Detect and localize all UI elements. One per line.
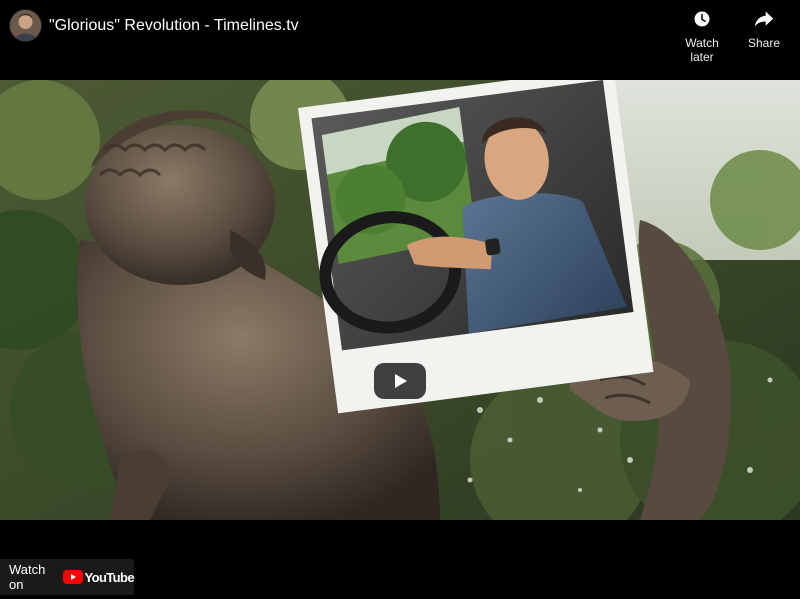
watch-on-youtube-button[interactable]: Watch on YouTube: [0, 559, 135, 595]
play-icon: [374, 363, 426, 399]
watch-later-label: Watch later: [685, 36, 719, 64]
watch-on-label: Watch on: [9, 562, 46, 592]
youtube-play-icon: [62, 570, 83, 584]
share-button[interactable]: Share: [744, 10, 784, 50]
youtube-logo: YouTube: [62, 569, 135, 585]
share-arrow-icon: [744, 10, 784, 31]
youtube-wordmark: YouTube: [84, 569, 135, 585]
video-header: "Glorious" Revolution - Timelines.tv Wat…: [0, 0, 800, 80]
share-label: Share: [747, 36, 781, 50]
thumbnail-image: [0, 80, 800, 520]
video-title[interactable]: "Glorious" Revolution - Timelines.tv: [49, 16, 299, 36]
video-thumbnail[interactable]: [0, 80, 800, 520]
channel-avatar[interactable]: [9, 9, 42, 42]
play-button[interactable]: [374, 363, 426, 399]
clock-icon: [672, 10, 732, 31]
watch-later-button[interactable]: Watch later: [672, 10, 732, 64]
